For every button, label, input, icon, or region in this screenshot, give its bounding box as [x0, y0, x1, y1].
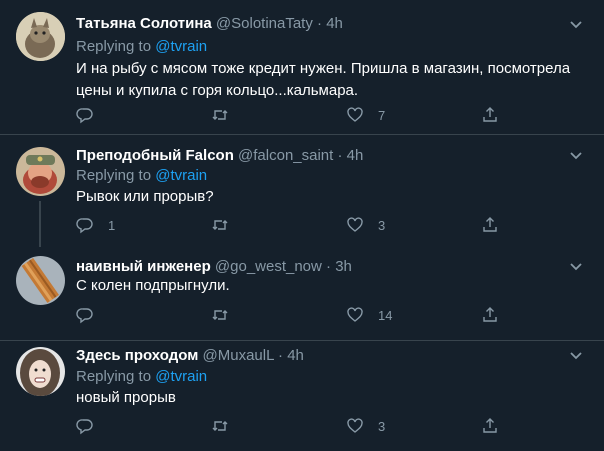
- reply-icon: [76, 108, 93, 124]
- replying-to: Replying to @tvrain: [76, 167, 207, 184]
- tweet-actions: 3: [76, 415, 576, 437]
- chevron-down-icon[interactable]: [566, 346, 586, 366]
- reply-icon: [76, 419, 93, 435]
- timestamp[interactable]: 4h: [326, 15, 343, 32]
- like-count: 7: [378, 107, 386, 123]
- avatar[interactable]: [16, 147, 65, 196]
- replying-mention[interactable]: @tvrain: [155, 368, 207, 385]
- like-button[interactable]: 3: [346, 214, 385, 236]
- replying-prefix: Replying to: [76, 368, 152, 385]
- share-icon: [483, 418, 497, 433]
- retweet-button[interactable]: [211, 214, 243, 236]
- display-name[interactable]: наивный инженер: [76, 258, 211, 275]
- share-icon: [483, 217, 497, 232]
- separator-dot: ·: [326, 258, 332, 275]
- share-icon: [483, 107, 497, 122]
- avatar[interactable]: [16, 256, 65, 305]
- tweet-text: Рывок или прорыв?: [76, 188, 214, 205]
- avatar-image: [16, 256, 65, 305]
- like-count: 3: [378, 217, 386, 233]
- reply-button[interactable]: [76, 104, 108, 126]
- like-count: 3: [378, 418, 386, 434]
- user-handle[interactable]: @SolotinaTaty: [216, 15, 313, 32]
- retweet-icon: [212, 310, 228, 320]
- reply-button[interactable]: 1: [76, 214, 115, 236]
- chevron-down-icon[interactable]: [566, 146, 586, 166]
- retweet-icon: [212, 421, 228, 431]
- reply-icon: [76, 218, 93, 234]
- separator-dot: ·: [337, 147, 343, 164]
- tweet-header: Преподобный Falcon @falcon_saint · 4h: [76, 147, 363, 164]
- tweet[interactable]: Здесь проходом @MuxaulL · 4h Replying to…: [0, 341, 604, 451]
- replying-to: Replying to @tvrain: [76, 38, 207, 55]
- retweet-icon: [212, 110, 228, 120]
- tweet-actions: 14: [76, 304, 576, 326]
- tweet-actions: 1 3: [76, 214, 576, 236]
- avatar-image: [16, 12, 65, 61]
- timestamp[interactable]: 3h: [335, 258, 352, 275]
- replying-to: Replying to @tvrain: [76, 368, 207, 385]
- avatar-image: [16, 147, 65, 196]
- avatar-image: [16, 347, 65, 396]
- tweet-text: И на рыбу с мясом тоже кредит нужен. При…: [76, 60, 571, 99]
- retweet-icon: [212, 220, 228, 230]
- user-handle[interactable]: @go_west_now: [215, 258, 322, 275]
- replying-prefix: Replying to: [76, 167, 152, 184]
- avatar[interactable]: [16, 347, 65, 396]
- like-button[interactable]: 3: [346, 415, 385, 437]
- retweet-button[interactable]: [211, 104, 243, 126]
- retweet-button[interactable]: [211, 415, 243, 437]
- tweet-text: новый прорыв: [76, 389, 176, 406]
- separator-dot: ·: [317, 15, 323, 32]
- reply-count: 1: [108, 217, 116, 233]
- timestamp[interactable]: 4h: [347, 147, 364, 164]
- like-button[interactable]: 7: [346, 104, 385, 126]
- thread-connector: [39, 201, 41, 247]
- share-button[interactable]: [481, 214, 499, 236]
- reply-button[interactable]: [76, 304, 108, 326]
- user-handle[interactable]: @MuxaulL: [203, 347, 274, 364]
- retweet-button[interactable]: [211, 304, 243, 326]
- tweet-actions: 7: [76, 104, 576, 126]
- tweet[interactable]: Татьяна Солотина @SolotinaTaty · 4h Repl…: [0, 0, 604, 130]
- user-handle[interactable]: @falcon_saint: [238, 147, 333, 164]
- like-icon: [347, 107, 363, 122]
- like-icon: [347, 307, 363, 322]
- chevron-down-icon[interactable]: [566, 257, 586, 277]
- share-icon: [483, 307, 497, 322]
- share-button[interactable]: [481, 104, 499, 126]
- separator-dot: ·: [278, 347, 284, 364]
- chevron-down-icon[interactable]: [566, 15, 586, 35]
- reply-button[interactable]: [76, 415, 108, 437]
- like-count: 14: [378, 307, 393, 323]
- replying-mention[interactable]: @tvrain: [155, 38, 207, 55]
- tweet[interactable]: Преподобный Falcon @falcon_saint · 4h Re…: [0, 135, 604, 247]
- display-name[interactable]: Здесь проходом: [76, 347, 198, 364]
- replying-mention[interactable]: @tvrain: [155, 167, 207, 184]
- replying-prefix: Replying to: [76, 38, 152, 55]
- avatar[interactable]: [16, 12, 65, 61]
- like-icon: [347, 418, 363, 433]
- tweet-header: Здесь проходом @MuxaulL · 4h: [76, 347, 304, 364]
- reply-icon: [76, 308, 93, 324]
- like-icon: [347, 217, 363, 232]
- tweet[interactable]: наивный инженер @go_west_now · 3h С коле…: [0, 245, 604, 340]
- timestamp[interactable]: 4h: [287, 347, 304, 364]
- share-button[interactable]: [481, 415, 499, 437]
- tweet-header: наивный инженер @go_west_now · 3h: [76, 258, 352, 275]
- like-button[interactable]: 14: [346, 304, 392, 326]
- display-name[interactable]: Преподобный Falcon: [76, 147, 234, 164]
- share-button[interactable]: [481, 304, 499, 326]
- display-name[interactable]: Татьяна Солотина: [76, 15, 212, 32]
- tweet-header: Татьяна Солотина @SolotinaTaty · 4h: [76, 15, 343, 32]
- tweet-text: С колен подпрыгнули.: [76, 277, 230, 294]
